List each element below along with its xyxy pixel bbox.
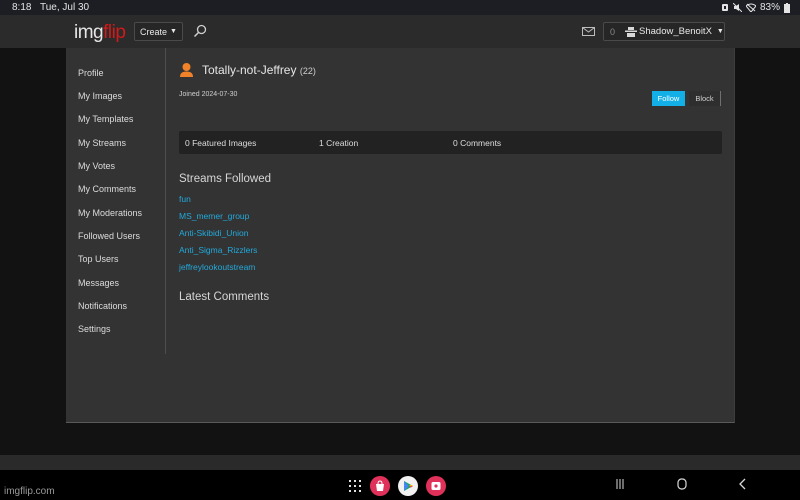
mail-icon[interactable] — [582, 27, 595, 36]
profile-name: Totally-not-Jeffrey — [202, 63, 297, 77]
sidebar-item-my-streams[interactable]: My Streams — [78, 138, 126, 148]
clock: 8:18 — [12, 2, 32, 13]
follow-button[interactable]: Follow — [652, 91, 685, 106]
alarm-icon — [721, 4, 728, 11]
block-button[interactable]: Block — [689, 91, 721, 106]
notification-count: 0 — [610, 26, 616, 37]
browser-bottom-strip — [0, 455, 800, 470]
back-button[interactable] — [739, 478, 747, 493]
chevron-down-icon: ▼ — [716, 28, 724, 35]
screen-recorder-icon[interactable] — [426, 476, 446, 496]
streams-followed-heading: Streams Followed — [179, 173, 272, 185]
username: Shadow_BenoitX — [639, 26, 712, 37]
sidebar-item-followed-users[interactable]: Followed Users — [78, 231, 140, 241]
logo-text-flip: flip — [103, 22, 126, 43]
latest-comments-heading: Latest Comments — [179, 291, 270, 303]
user-menu-button[interactable]: 0 Shadow_BenoitX ▼ — [603, 22, 725, 41]
battery-icon — [784, 2, 790, 13]
back-icon — [739, 478, 746, 490]
sidebar-item-settings[interactable]: Settings — [78, 324, 111, 334]
create-dropdown-button[interactable]: Create ▼ — [134, 22, 183, 41]
date: Tue, Jul 30 — [40, 2, 90, 13]
system-status-bar: 8:18 Tue, Jul 30 83% — [0, 0, 800, 15]
profile-stats-bar: 0 Featured Images 1 Creation 0 Comments — [179, 131, 722, 154]
sidebar-item-my-images[interactable]: My Images — [78, 91, 122, 101]
home-icon — [677, 478, 687, 490]
app-drawer-icon[interactable] — [348, 479, 362, 493]
sidebar-nav: Profile My Images My Templates My Stream… — [66, 48, 166, 354]
imgflip-logo[interactable]: imgflip — [74, 22, 126, 44]
recent-apps-icon — [616, 479, 624, 489]
app-dock — [348, 476, 446, 496]
site-header: imgflip Create ▼ 0 Shadow_BenoitX ▼ — [0, 15, 800, 48]
user-profile-page: Profile My Images My Templates My Stream… — [66, 48, 735, 423]
sidebar-item-my-votes[interactable]: My Votes — [78, 161, 115, 171]
home-button[interactable] — [677, 478, 687, 493]
play-store-icon[interactable] — [398, 476, 418, 496]
joined-date: Joined 2024-07-30 — [179, 91, 238, 98]
sidebar-item-top-users[interactable]: Top Users — [78, 254, 119, 264]
mute-icon — [732, 3, 742, 12]
profile-username: Totally-not-Jeffrey (22) — [202, 63, 316, 77]
featured-images-count[interactable]: 0 Featured Images — [185, 138, 256, 148]
search-icon[interactable] — [193, 24, 207, 38]
user-icon — [625, 26, 638, 37]
comments-count[interactable]: 0 Comments — [453, 138, 501, 148]
page-url: imgflip.com — [4, 486, 55, 497]
sidebar-item-profile[interactable]: Profile — [78, 68, 104, 78]
stream-link[interactable]: Anti-Skibidi_Union — [179, 228, 248, 238]
stream-link[interactable]: Anti_Sigma_Rizzlers — [179, 245, 257, 255]
sidebar-item-my-comments[interactable]: My Comments — [78, 184, 136, 194]
stream-link[interactable]: fun — [179, 194, 191, 204]
sidebar-item-messages[interactable]: Messages — [78, 278, 119, 288]
create-label: Create — [140, 26, 168, 37]
status-icons: 83% — [721, 2, 790, 13]
stream-link[interactable]: jeffreylookoutstream — [179, 262, 255, 272]
sidebar-item-my-templates[interactable]: My Templates — [78, 114, 133, 124]
system-nav-bar: imgflip.com — [0, 470, 800, 500]
battery-percent: 83% — [759, 2, 780, 13]
logo-text-img: img — [74, 22, 104, 43]
creations-count[interactable]: 1 Creation — [319, 138, 358, 148]
stream-link[interactable]: MS_memer_group — [179, 211, 249, 221]
sidebar-item-my-moderations[interactable]: My Moderations — [78, 208, 142, 218]
user-avatar-icon — [180, 63, 193, 77]
profile-points: (22) — [299, 66, 316, 76]
sidebar-item-notifications[interactable]: Notifications — [78, 301, 127, 311]
galaxy-store-icon[interactable] — [370, 476, 390, 496]
wifi-off-icon — [745, 3, 756, 12]
caret-down-icon: ▼ — [170, 28, 177, 35]
recent-apps-button[interactable] — [615, 478, 625, 493]
